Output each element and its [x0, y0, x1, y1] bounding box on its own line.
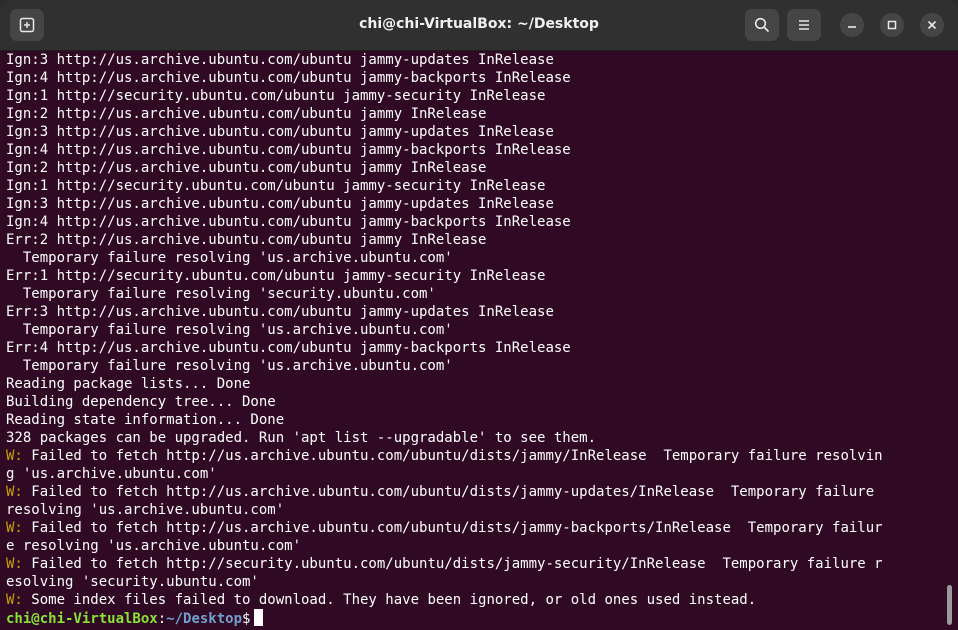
warning-line: W: Failed to fetch http://security.ubunt…: [6, 555, 946, 573]
output-line: Err:2 http://us.archive.ubuntu.com/ubunt…: [6, 232, 487, 248]
terminal-window: chi@chi-VirtualBox: ~/Desktop Ign:3 http…: [0, 0, 958, 630]
close-button[interactable]: [920, 13, 944, 37]
warning-continuation: e resolving 'us.archive.ubuntu.com': [6, 538, 302, 554]
output-line: Temporary failure resolving 'us.archive.…: [6, 322, 453, 338]
title-bar: chi@chi-VirtualBox: ~/Desktop: [0, 0, 958, 51]
warning-text: Failed to fetch http://us.archive.ubuntu…: [22, 520, 883, 536]
warning-continuation: resolving 'us.archive.ubuntu.com': [6, 502, 285, 518]
output-line: Err:4 http://us.archive.ubuntu.com/ubunt…: [6, 340, 571, 356]
warning-prefix: W:: [6, 520, 23, 536]
prompt-line[interactable]: chi@chi-VirtualBox:~/Desktop$: [6, 609, 946, 627]
close-icon: [927, 20, 937, 30]
hamburger-menu-icon: [799, 20, 809, 30]
output-line: Ign:1 http://security.ubuntu.com/ubuntu …: [6, 178, 546, 194]
output-line: Ign:3 http://us.archive.ubuntu.com/ubunt…: [6, 196, 554, 212]
output-line: Ign:4 http://us.archive.ubuntu.com/ubunt…: [6, 142, 571, 158]
output-line: 328 packages can be upgraded. Run 'apt l…: [6, 430, 597, 446]
warning-line: W: Failed to fetch http://us.archive.ubu…: [6, 519, 946, 537]
output-line: Ign:1 http://security.ubuntu.com/ubuntu …: [6, 88, 546, 104]
output-line: Ign:2 http://us.archive.ubuntu.com/ubunt…: [6, 106, 487, 122]
minimize-button[interactable]: [840, 13, 864, 37]
output-line: Ign:2 http://us.archive.ubuntu.com/ubunt…: [6, 160, 487, 176]
warning-text: Failed to fetch http://us.archive.ubuntu…: [22, 484, 875, 500]
output-line: Ign:4 http://us.archive.ubuntu.com/ubunt…: [6, 70, 571, 86]
output-line: Temporary failure resolving 'us.archive.…: [6, 358, 453, 374]
minimize-icon: [848, 26, 856, 28]
output-line: Building dependency tree... Done: [6, 394, 276, 410]
maximize-icon: [887, 20, 897, 30]
output-line: Temporary failure resolving 'security.ub…: [6, 286, 436, 302]
terminal-output[interactable]: Ign:3 http://us.archive.ubuntu.com/ubunt…: [0, 51, 946, 630]
warning-continuation: esolving 'security.ubuntu.com': [6, 574, 259, 590]
output-line: Ign:3 http://us.archive.ubuntu.com/ubunt…: [6, 124, 554, 140]
output-line: Temporary failure resolving 'us.archive.…: [6, 250, 453, 266]
output-line: Reading package lists... Done: [6, 376, 251, 392]
warning-line: W: Some index files failed to download. …: [6, 591, 946, 609]
warning-prefix: W:: [6, 484, 23, 500]
prompt-separator: :: [157, 611, 167, 627]
warning-prefix: W:: [6, 556, 23, 572]
maximize-button[interactable]: [880, 13, 904, 37]
warning-prefix: W:: [6, 448, 23, 464]
warning-prefix: W:: [6, 592, 23, 608]
output-line: Reading state information... Done: [6, 412, 285, 428]
warning-text: Some index files failed to download. The…: [22, 592, 757, 608]
prompt-user-host: chi@chi-VirtualBox: [6, 611, 158, 627]
menu-button[interactable]: [787, 9, 821, 41]
prompt-path: ~/Desktop: [166, 611, 243, 627]
warning-text: Failed to fetch http://us.archive.ubuntu…: [22, 448, 883, 464]
search-button[interactable]: [745, 9, 779, 41]
output-line: Ign:4 http://us.archive.ubuntu.com/ubunt…: [6, 214, 571, 230]
warning-line: W: Failed to fetch http://us.archive.ubu…: [6, 483, 946, 501]
warning-continuation: g 'us.archive.ubuntu.com': [6, 466, 217, 482]
output-line: Err:1 http://security.ubuntu.com/ubuntu …: [6, 268, 546, 284]
warning-text: Failed to fetch http://security.ubuntu.c…: [22, 556, 883, 572]
text-cursor: [254, 609, 264, 626]
output-line: Ign:3 http://us.archive.ubuntu.com/ubunt…: [6, 52, 554, 68]
warning-line: W: Failed to fetch http://us.archive.ubu…: [6, 447, 946, 465]
scrollbar-thumb[interactable]: [947, 585, 952, 625]
search-icon: [754, 17, 770, 33]
output-line: Err:3 http://us.archive.ubuntu.com/ubunt…: [6, 304, 554, 320]
prompt-symbol: $: [242, 611, 251, 627]
